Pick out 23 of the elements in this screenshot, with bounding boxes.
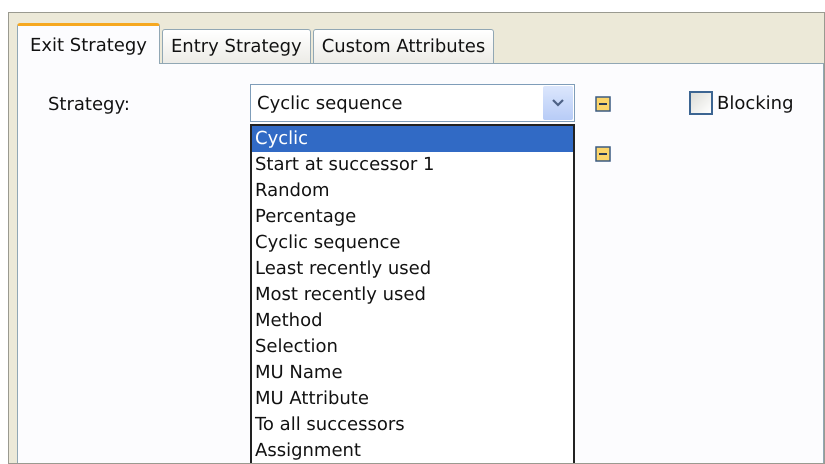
dropdown-option[interactable]: Random <box>252 178 573 204</box>
tab[interactable]: Exit Strategy <box>17 23 160 64</box>
strategy-dropdown[interactable]: Cyclic sequence <box>250 84 575 122</box>
collapse-icon[interactable] <box>595 146 611 162</box>
dropdown-option[interactable]: MU Attribute <box>252 386 573 412</box>
dropdown-option[interactable]: Method <box>252 308 573 334</box>
dropdown-option[interactable]: Least recently used <box>252 256 573 282</box>
dropdown-option[interactable]: Cyclic <box>252 126 573 152</box>
collapse-icon[interactable] <box>595 96 611 112</box>
dropdown-option[interactable]: To all successors <box>252 412 573 438</box>
dropdown-option[interactable]: Percentage <box>252 204 573 230</box>
dropdown-option[interactable]: Start at successor 1 <box>252 152 573 178</box>
dropdown-option[interactable]: Selection <box>252 334 573 360</box>
strategy-label: Strategy: <box>48 94 131 115</box>
dropdown-option[interactable]: Cyclic sequence <box>252 230 573 256</box>
dropdown-option[interactable]: Assignment <box>252 438 573 463</box>
dropdown-option[interactable]: MU Name <box>252 360 573 386</box>
tab[interactable]: Custom Attributes <box>312 29 494 63</box>
tab[interactable]: Entry Strategy <box>162 29 311 63</box>
blocking-label: Blocking <box>717 92 794 114</box>
blocking-checkbox[interactable] <box>689 91 713 115</box>
chevron-down-icon <box>543 86 573 120</box>
dropdown-option[interactable]: Most recently used <box>252 282 573 308</box>
